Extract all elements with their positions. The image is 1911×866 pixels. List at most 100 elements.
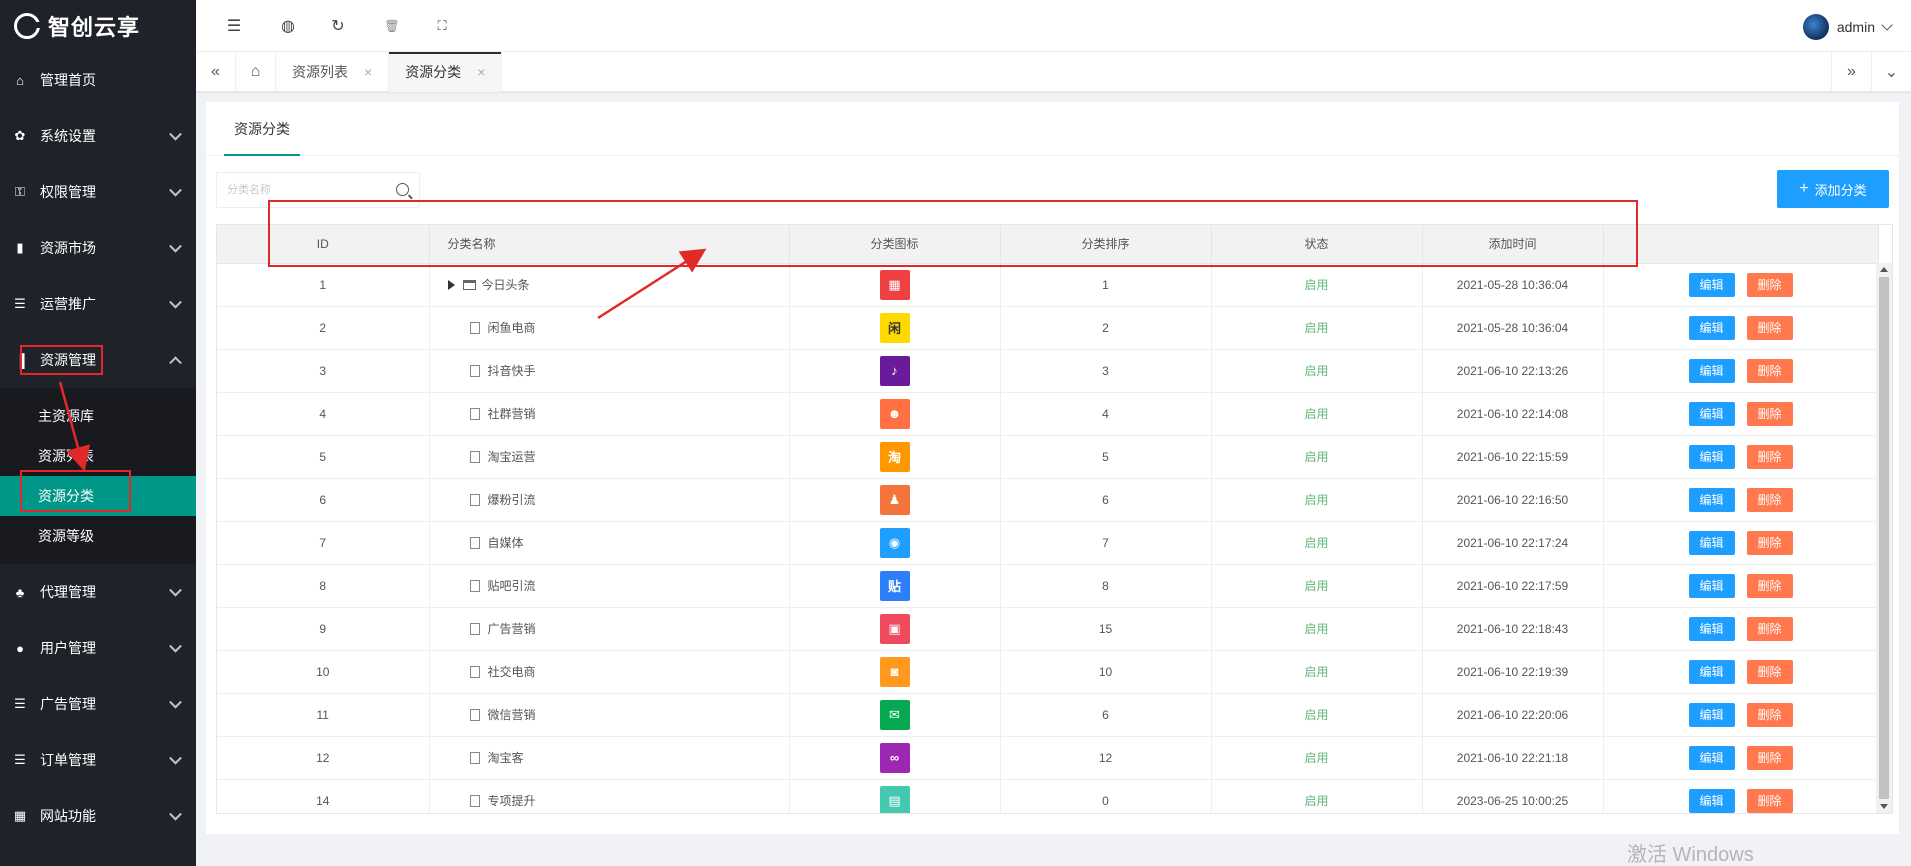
delete-button[interactable]: 删除 — [1746, 315, 1793, 340]
sidebar-item-0[interactable]: ⌂ 管理首页 — [0, 52, 196, 108]
edit-button[interactable]: 编辑 — [1688, 745, 1735, 770]
cell-name: 社交电商 — [429, 650, 790, 694]
cell-time: 2021-06-10 22:21:18 — [1422, 736, 1604, 780]
card-tab-category[interactable]: 资源分类 — [224, 102, 300, 156]
tabs-scroll-left-icon[interactable]: « — [196, 52, 236, 92]
table-row[interactable]: 6 爆粉引流 ♟ 6 启用 2021-06-10 22:16:50 编辑 删除 — [217, 478, 1879, 522]
collapse-menu-icon[interactable]: ☰ — [224, 16, 244, 36]
cell-id: 8 — [217, 564, 430, 608]
table-row[interactable]: 8 贴吧引流贴 8 启用 2021-06-10 22:17:59 编辑 删除 — [217, 564, 1879, 608]
delete-button[interactable]: 删除 — [1746, 401, 1793, 426]
status-badge: 启用 — [1211, 736, 1423, 780]
edit-button[interactable]: 编辑 — [1688, 616, 1735, 641]
tab-resource-list[interactable]: 资源列表 × — [276, 52, 390, 92]
sidebar-subitem-0[interactable]: 主资源库 — [0, 396, 196, 436]
logo[interactable]: 智创云享 — [0, 0, 196, 52]
edit-button[interactable]: 编辑 — [1688, 272, 1735, 297]
tabs-scroll-right-icon[interactable]: » — [1831, 52, 1871, 92]
edit-button[interactable]: 编辑 — [1688, 573, 1735, 598]
table-row[interactable]: 12 淘宝客 ∞ 12 启用 2021-06-10 22:21:18 编辑 删除 — [217, 736, 1879, 780]
sidebar-item-3[interactable]: ▮ 资源市场 — [0, 220, 196, 276]
file-icon — [469, 622, 480, 635]
delete-button[interactable]: 删除 — [1746, 702, 1793, 727]
file-icon — [469, 321, 480, 334]
edit-button[interactable]: 编辑 — [1688, 530, 1735, 555]
table-row[interactable]: 11 微信营销 ✉ 6 启用 2021-06-10 22:20:06 编辑 删除 — [217, 693, 1879, 737]
category-icon: ▤ — [879, 785, 910, 813]
list-icon: ☰ — [14, 752, 26, 767]
sidebar-item-10[interactable]: ▦ 网站功能 — [0, 788, 196, 844]
delete-button[interactable]: 删除 — [1746, 659, 1793, 684]
tabs-more-chevron-down-icon[interactable]: ⌄ — [1871, 52, 1911, 92]
cell-sort: 2 — [1000, 306, 1212, 350]
scroll-thumb[interactable] — [1879, 277, 1889, 799]
edit-button[interactable]: 编辑 — [1688, 444, 1735, 469]
table-row[interactable]: 3 抖音快手 ♪ 3 启用 2021-06-10 22:13:26 编辑 删除 — [217, 349, 1879, 393]
sidebar-item-8[interactable]: ☰ 广告管理 — [0, 676, 196, 732]
edit-button[interactable]: 编辑 — [1688, 358, 1735, 383]
table-row[interactable]: 5 淘宝运营淘 5 启用 2021-06-10 22:15:59 编辑 删除 — [217, 435, 1879, 479]
scroll-down-icon[interactable] — [1880, 804, 1888, 809]
edit-button[interactable]: 编辑 — [1688, 315, 1735, 340]
edit-button[interactable]: 编辑 — [1688, 487, 1735, 512]
home-tab-icon[interactable]: ⌂ — [236, 52, 276, 92]
tab-resource-category[interactable]: 资源分类 × — [389, 52, 503, 92]
sidebar-item-9[interactable]: ☰ 订单管理 — [0, 732, 196, 788]
status-badge: 启用 — [1211, 607, 1423, 651]
cell-time: 2021-05-28 10:36:04 — [1422, 306, 1604, 350]
clear-cache-icon[interactable]: 🗑 — [382, 16, 402, 36]
sidebar-item-label: 管理首页 — [40, 72, 96, 88]
sidebar-item-1[interactable]: ✿ 系统设置 — [0, 108, 196, 164]
list-icon: ☰ — [14, 696, 26, 711]
sidebar-item-2[interactable]: ⚿ 权限管理 — [0, 164, 196, 220]
delete-button[interactable]: 删除 — [1746, 530, 1793, 555]
table-row[interactable]: 2 闲鱼电商闲 2 启用 2021-05-28 10:36:04 编辑 删除 — [217, 306, 1879, 350]
add-category-button[interactable]: + 添加分类 — [1777, 170, 1889, 208]
table-row[interactable]: 9 广告营销 ▣ 15 启用 2021-06-10 22:18:43 编辑 删除 — [217, 607, 1879, 651]
delete-button[interactable]: 删除 — [1746, 444, 1793, 469]
globe-icon[interactable]: ◍ — [278, 16, 298, 36]
fullscreen-icon[interactable]: ⛶ — [432, 16, 452, 36]
cell-icon: ◙ — [789, 650, 1001, 694]
edit-button[interactable]: 编辑 — [1688, 702, 1735, 727]
gear-icon: ✿ — [14, 128, 26, 143]
edit-button[interactable]: 编辑 — [1688, 788, 1735, 813]
cell-time: 2021-06-10 22:15:59 — [1422, 435, 1604, 479]
sidebar-subitem-3[interactable]: 资源等级 — [0, 516, 196, 556]
table-row[interactable]: 4 社群营销 ☻ 4 启用 2021-06-10 22:14:08 编辑 删除 — [217, 392, 1879, 436]
edit-button[interactable]: 编辑 — [1688, 659, 1735, 684]
sidebar-item-6[interactable]: ♣ 代理管理 — [0, 564, 196, 620]
tab-label: 资源列表 — [292, 64, 348, 80]
delete-button[interactable]: 删除 — [1746, 487, 1793, 512]
cell-name: 淘宝客 — [429, 736, 790, 780]
table-row[interactable]: 14 专项提升 ▤ 0 启用 2023-06-25 10:00:25 编辑 删除 — [217, 779, 1879, 813]
user-menu[interactable]: admin — [1802, 14, 1893, 40]
tab-label: 资源分类 — [405, 64, 462, 80]
delete-button[interactable]: 删除 — [1746, 573, 1793, 598]
delete-button[interactable]: 删除 — [1746, 272, 1793, 297]
delete-button[interactable]: 删除 — [1746, 616, 1793, 641]
list-icon: ☰ — [14, 296, 26, 311]
close-icon[interactable]: × — [477, 64, 485, 80]
scroll-up-icon[interactable] — [1880, 267, 1888, 272]
status-badge: 启用 — [1211, 392, 1423, 436]
edit-button[interactable]: 编辑 — [1688, 401, 1735, 426]
delete-button[interactable]: 删除 — [1746, 788, 1793, 813]
table-row[interactable]: 7 自媒体 ◉ 7 启用 2021-06-10 22:17:24 编辑 删除 — [217, 521, 1879, 565]
cell-icon: ◉ — [789, 521, 1001, 565]
delete-button[interactable]: 删除 — [1746, 358, 1793, 383]
sidebar-item-7[interactable]: ● 用户管理 — [0, 620, 196, 676]
table-row[interactable]: 1 今日头条 ▦ 1 启用 2021-05-28 10:36:04 编辑 删除 — [217, 263, 1879, 307]
sidebar-item-4[interactable]: ☰ 运营推广 — [0, 276, 196, 332]
status-badge: 启用 — [1211, 564, 1423, 608]
status-badge: 启用 — [1211, 779, 1423, 813]
search-icon[interactable] — [396, 183, 409, 196]
delete-button[interactable]: 删除 — [1746, 745, 1793, 770]
category-icon: ◙ — [879, 656, 910, 687]
refresh-icon[interactable]: ↻ — [328, 16, 348, 36]
expand-arrow-icon[interactable] — [447, 279, 455, 290]
close-icon[interactable]: × — [364, 64, 372, 80]
sitemap-icon: ♣ — [15, 584, 25, 600]
table-row[interactable]: 10 社交电商 ◙ 10 启用 2021-06-10 22:19:39 编辑 删除 — [217, 650, 1879, 694]
table-scrollbar[interactable] — [1876, 263, 1892, 813]
